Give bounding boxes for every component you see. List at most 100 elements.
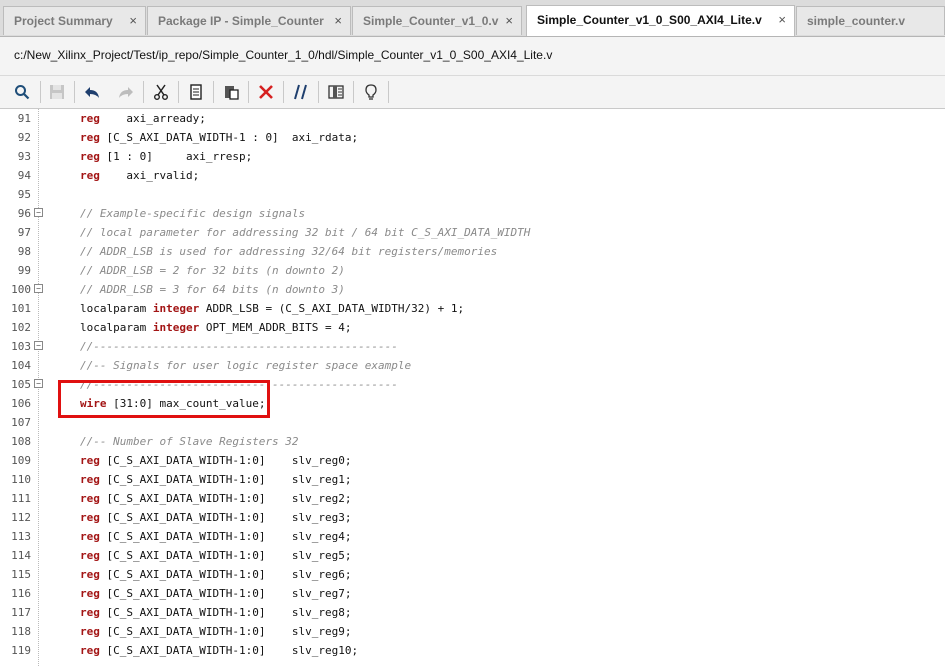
code-text: // local parameter for addressing 32 bit… [80, 223, 530, 242]
code-line: 98 // ADDR_LSB is used for addressing 32/… [0, 242, 945, 261]
delete-icon[interactable] [256, 82, 276, 102]
redo-icon[interactable] [116, 82, 136, 102]
code-plain: OPT_MEM_ADDR_BITS = 4; [199, 321, 352, 334]
line-number: 97 [17, 226, 31, 239]
code-keyword: reg [80, 473, 100, 486]
line-number: 99 [17, 264, 31, 277]
code-text: reg [C_S_AXI_DATA_WIDTH-1:0] slv_reg5; [80, 546, 352, 565]
code-comment: //--------------------------------------… [80, 340, 398, 353]
code-text: reg [1 : 0] axi_rresp; [80, 147, 252, 166]
line-number: 119 [11, 644, 31, 657]
line-number: 100 [11, 283, 31, 296]
line-number: 108 [11, 435, 31, 448]
code-line: 110 reg [C_S_AXI_DATA_WIDTH-1:0] slv_reg1… [0, 470, 945, 489]
code-line: 117 reg [C_S_AXI_DATA_WIDTH-1:0] slv_reg8… [0, 603, 945, 622]
code-text: // ADDR_LSB = 2 for 32 bits (n downto 2) [80, 261, 345, 280]
tab-close-icon[interactable]: × [505, 7, 513, 35]
tab-close-icon[interactable]: × [334, 7, 342, 35]
code-comment: // Example-specific design signals [80, 207, 306, 220]
editor-tab-bar: Project Summary × Package IP - Simple_Co… [0, 0, 945, 37]
code-keyword: reg [80, 492, 100, 505]
tab-label: Package IP - Simple_Counter [158, 14, 324, 28]
code-line: 113 reg [C_S_AXI_DATA_WIDTH-1:0] slv_reg4… [0, 527, 945, 546]
code-line: 119 reg [C_S_AXI_DATA_WIDTH-1:0] slv_reg1… [0, 641, 945, 660]
tab-project-summary[interactable]: Project Summary × [3, 6, 146, 35]
code-plain: [1 : 0] axi_rresp; [99, 150, 253, 163]
code-keyword: reg [80, 568, 100, 581]
line-number: 94 [17, 169, 31, 182]
code-line: 104 //-- Signals for user logic register … [0, 356, 945, 375]
column-icon[interactable] [326, 82, 346, 102]
tab-package-ip[interactable]: Package IP - Simple_Counter × [147, 6, 351, 35]
code-plain: [C_S_AXI_DATA_WIDTH-1:0] slv_reg10; [99, 644, 359, 657]
code-text: reg [C_S_AXI_DATA_WIDTH-1:0] slv_reg4; [80, 527, 352, 546]
line-number: 102 [11, 321, 31, 334]
code-text: reg [C_S_AXI_DATA_WIDTH-1:0] slv_reg2; [80, 489, 352, 508]
code-text: reg [C_S_AXI_DATA_WIDTH-1:0] slv_reg3; [80, 508, 352, 527]
code-line: 118 reg [C_S_AXI_DATA_WIDTH-1:0] slv_reg9… [0, 622, 945, 641]
line-number: 114 [11, 549, 31, 562]
line-number: 109 [11, 454, 31, 467]
code-keyword: reg [80, 606, 100, 619]
code-plain: [C_S_AXI_DATA_WIDTH-1:0] slv_reg0; [99, 454, 352, 467]
code-keyword: reg [80, 625, 100, 638]
code-comment: // ADDR_LSB = 2 for 32 bits (n downto 2) [80, 264, 345, 277]
code-plain: [C_S_AXI_DATA_WIDTH-1 : 0] axi_rdata; [99, 131, 359, 144]
cut-icon[interactable] [151, 82, 171, 102]
code-line: 94 reg axi_rvalid; [0, 166, 945, 185]
fold-toggle-icon[interactable]: − [34, 379, 43, 388]
undo-icon[interactable] [82, 82, 102, 102]
code-plain: [C_S_AXI_DATA_WIDTH-1:0] slv_reg9; [99, 625, 352, 638]
code-plain: axi_arready; [99, 112, 206, 125]
tab-close-icon[interactable]: × [129, 7, 137, 35]
search-icon[interactable] [12, 82, 32, 102]
line-number: 95 [17, 188, 31, 201]
code-comment: //-- Signals for user logic register spa… [80, 359, 412, 372]
copy-icon[interactable] [186, 82, 206, 102]
line-number: 103 [11, 340, 31, 353]
code-plain: [C_S_AXI_DATA_WIDTH-1:0] slv_reg1; [99, 473, 352, 486]
comment-icon[interactable] [291, 82, 311, 102]
line-number: 118 [11, 625, 31, 638]
line-number: 113 [11, 530, 31, 543]
code-comment: //-- Number of Slave Registers 32 [80, 435, 299, 448]
code-plain: localparam [80, 302, 153, 315]
code-text: reg [C_S_AXI_DATA_WIDTH-1:0] slv_reg9; [80, 622, 352, 641]
save-icon[interactable] [47, 82, 67, 102]
code-text: localparam integer OPT_MEM_ADDR_BITS = 4… [80, 318, 352, 337]
code-text: // ADDR_LSB = 3 for 64 bits (n downto 3) [80, 280, 345, 299]
code-keyword: reg [80, 169, 100, 182]
code-keyword: reg [80, 587, 100, 600]
file-path-bar: c:/New_Xilinx_Project/Test/ip_repo/Simpl… [0, 37, 945, 76]
highlight-box [58, 380, 270, 418]
code-line: 97 // local parameter for addressing 32 b… [0, 223, 945, 242]
code-line: 116 reg [C_S_AXI_DATA_WIDTH-1:0] slv_reg7… [0, 584, 945, 603]
tab-label: Simple_Counter_v1_0.v [363, 14, 499, 28]
hint-icon[interactable] [361, 82, 381, 102]
fold-toggle-icon[interactable]: − [34, 208, 43, 217]
code-line: 100− // ADDR_LSB = 3 for 64 bits (n downt… [0, 280, 945, 299]
fold-toggle-icon[interactable]: − [34, 341, 43, 350]
fold-toggle-icon[interactable]: − [34, 284, 43, 293]
tab-simple-counter-axi4-lite[interactable]: Simple_Counter_v1_0_S00_AXI4_Lite.v × [526, 5, 795, 36]
line-number: 117 [11, 606, 31, 619]
code-line: 95 [0, 185, 945, 204]
code-plain: ADDR_LSB = (C_S_AXI_DATA_WIDTH/32) + 1; [199, 302, 465, 315]
code-text: reg [C_S_AXI_DATA_WIDTH-1:0] slv_reg10; [80, 641, 358, 660]
tab-close-icon[interactable]: × [778, 6, 786, 34]
paste-icon[interactable] [221, 82, 241, 102]
code-text: // ADDR_LSB is used for addressing 32/64… [80, 242, 497, 261]
code-line: 102 localparam integer OPT_MEM_ADDR_BITS … [0, 318, 945, 337]
tab-simple-counter[interactable]: simple_counter.v [796, 6, 945, 35]
code-text: reg [C_S_AXI_DATA_WIDTH-1 : 0] axi_rdata… [80, 128, 358, 147]
line-number: 106 [11, 397, 31, 410]
file-path: c:/New_Xilinx_Project/Test/ip_repo/Simpl… [14, 48, 553, 62]
line-number: 110 [11, 473, 31, 486]
code-plain: [C_S_AXI_DATA_WIDTH-1:0] slv_reg2; [99, 492, 352, 505]
code-keyword: integer [152, 321, 200, 334]
line-number: 115 [11, 568, 31, 581]
tab-simple-counter-v1-0[interactable]: Simple_Counter_v1_0.v × [352, 6, 522, 35]
code-text: reg [C_S_AXI_DATA_WIDTH-1:0] slv_reg7; [80, 584, 352, 603]
code-text: reg [C_S_AXI_DATA_WIDTH-1:0] slv_reg0; [80, 451, 352, 470]
line-number: 93 [17, 150, 31, 163]
